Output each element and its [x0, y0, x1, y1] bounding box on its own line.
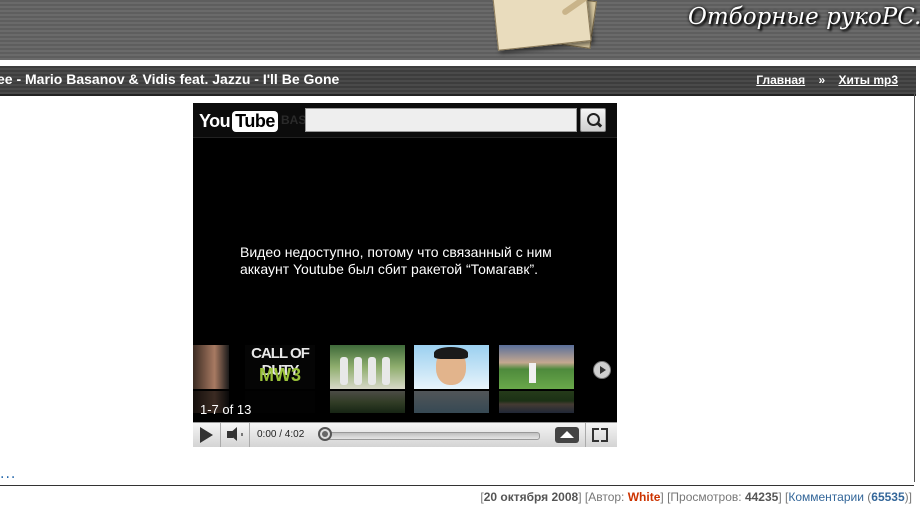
player-search-bar: You Tube BAS [193, 103, 617, 138]
site-logo[interactable]: Отборные рукоPC... [688, 4, 920, 30]
comments-link[interactable]: Комментарии [788, 490, 864, 504]
breadcrumb: Главная » Хиты mp3 [756, 73, 898, 87]
thumbnail-reflection [414, 391, 489, 413]
breadcrumb-section-link[interactable]: Хиты mp3 [838, 73, 898, 87]
youtube-logo[interactable]: You Tube [199, 110, 278, 132]
fullscreen-icon[interactable] [592, 428, 608, 442]
related-video-thumbnail[interactable] [499, 345, 574, 413]
related-count: 1-7 of 13 [200, 402, 252, 417]
views-label: Просмотров: [670, 490, 742, 504]
thumbnail-subtitle: MW3 [259, 365, 301, 385]
breadcrumb-home-link[interactable]: Главная [756, 73, 805, 87]
next-related-button[interactable] [593, 361, 611, 379]
search-button[interactable] [580, 108, 606, 132]
play-icon[interactable] [200, 427, 213, 443]
thumbnail-reflection [330, 391, 405, 413]
seek-handle[interactable] [318, 427, 332, 441]
seek-bar[interactable] [321, 432, 540, 440]
video-unavailable-message: Видео недоступно, потому что связанный с… [240, 244, 552, 277]
youtube-player[interactable]: You Tube BAS Видео недоступно, потому чт… [193, 103, 617, 447]
content-border [914, 94, 915, 482]
related-video-thumbnail[interactable]: CALL OF DUTY MW3 [245, 345, 315, 413]
volume-waves-icon [238, 433, 243, 436]
post-date: 20 октября 2008 [483, 490, 579, 504]
volume-icon[interactable] [227, 427, 237, 441]
search-icon-handle [595, 121, 603, 128]
meta-divider [0, 485, 914, 486]
time-display: 0:00 / 4:02 [257, 429, 305, 440]
comments-count: 65535 [871, 490, 905, 504]
ghost-text: BAS [281, 113, 307, 127]
related-videos-strip: CALL OF DUTY MW3 [193, 345, 617, 415]
related-video-thumbnail[interactable] [193, 345, 229, 413]
post-title: ee - Mario Basanov & Vidis feat. Jazzu -… [0, 71, 340, 87]
site-header: Отборные рукоPC... [0, 0, 920, 60]
thumbnail-reflection [499, 391, 574, 413]
youtube-logo-tube: Tube [232, 110, 278, 132]
views-count: 44235 [744, 490, 779, 504]
author-name[interactable]: White [628, 490, 661, 504]
related-video-thumbnail[interactable] [330, 345, 405, 413]
menu-toggle-button[interactable] [555, 427, 579, 443]
thumbnail-reflection [245, 391, 315, 413]
breadcrumb-separator: » [818, 73, 826, 87]
author-label: Автор: [588, 490, 625, 504]
youtube-logo-you: You [199, 110, 231, 131]
more-link[interactable]: ... [0, 466, 16, 482]
player-controls: 0:00 / 4:02 [193, 422, 617, 447]
related-video-thumbnail[interactable] [414, 345, 489, 413]
post-meta: [20 октября 2008] [Автор: White] [Просмо… [480, 490, 912, 504]
post-title-bar: ee - Mario Basanov & Vidis feat. Jazzu -… [0, 64, 916, 96]
search-input[interactable] [305, 108, 577, 132]
